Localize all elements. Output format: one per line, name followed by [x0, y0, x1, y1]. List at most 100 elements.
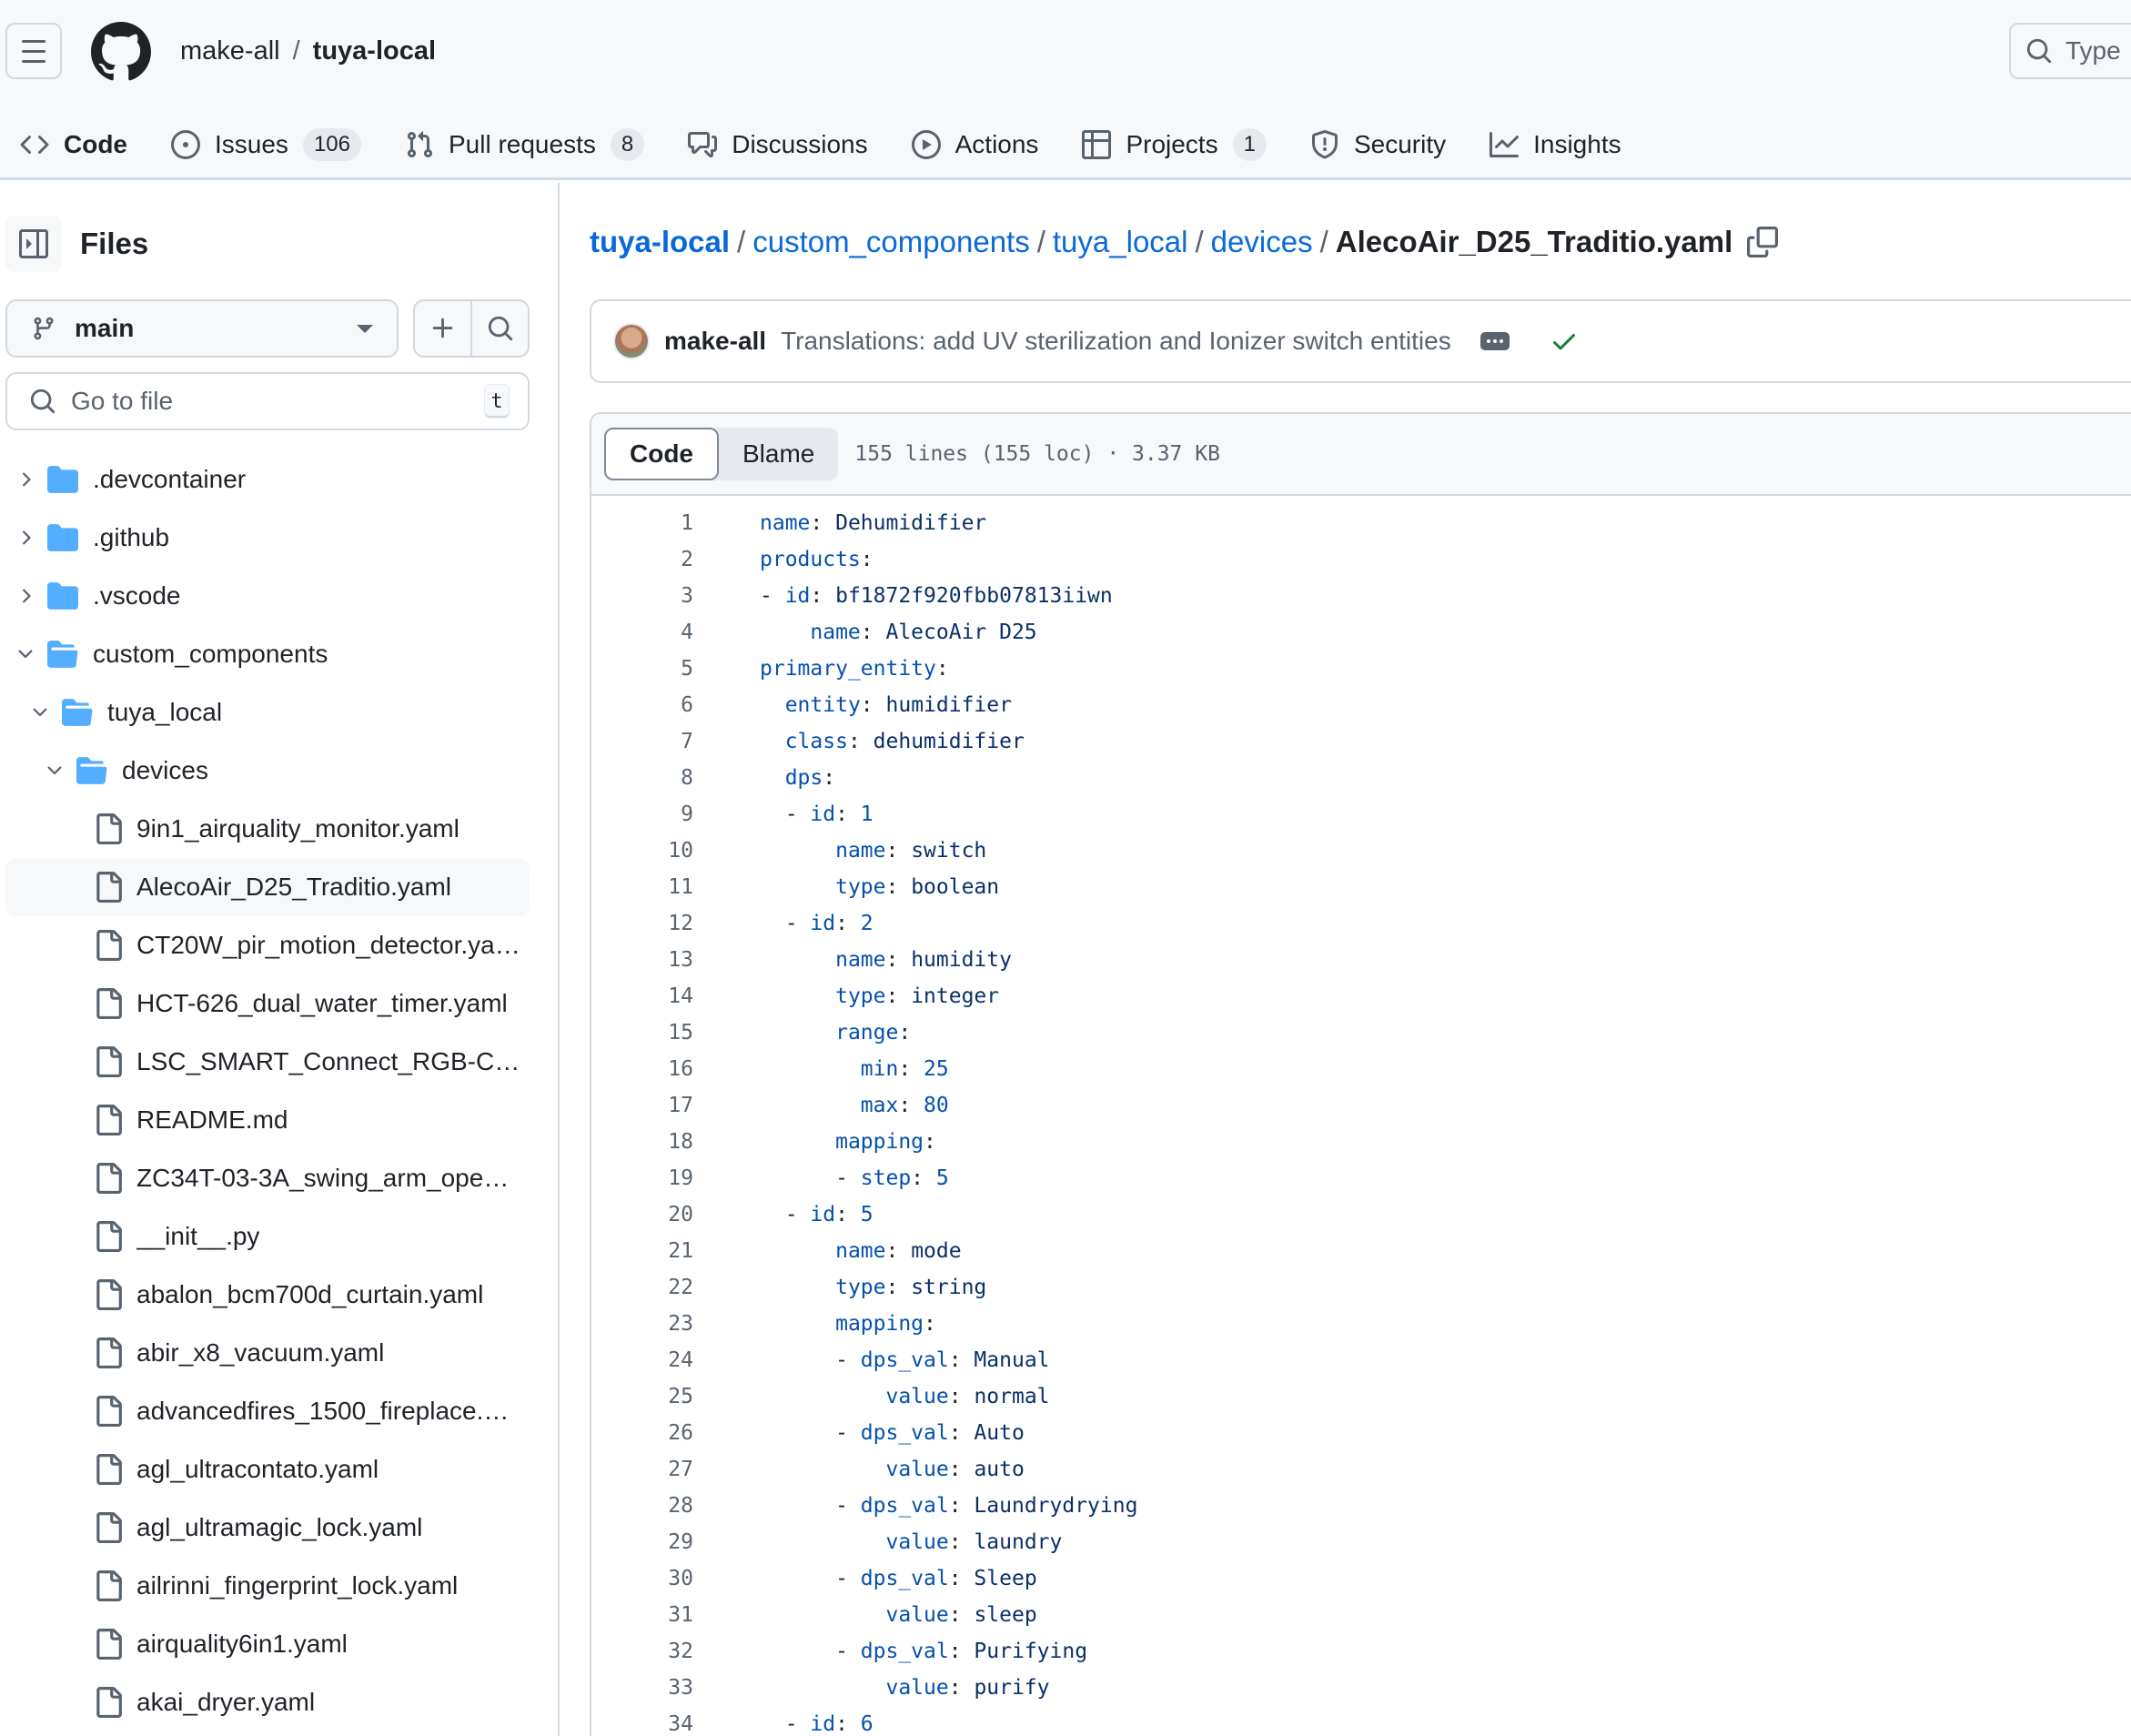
tree-file-item[interactable]: CT20W_pir_motion_detector.yaml	[5, 916, 530, 974]
line-number[interactable]: 2	[621, 548, 693, 571]
branch-selector[interactable]: main	[5, 299, 399, 358]
line-number[interactable]: 13	[621, 948, 693, 972]
tab-projects[interactable]: Projects 1	[1060, 116, 1288, 174]
tab-actions[interactable]: Actions	[890, 116, 1061, 174]
line-number[interactable]: 17	[621, 1094, 693, 1117]
chevron-down-icon[interactable]	[44, 760, 66, 782]
line-number[interactable]: 10	[621, 839, 693, 863]
repo-name-link[interactable]: tuya-local	[313, 33, 436, 69]
line-number[interactable]: 27	[621, 1458, 693, 1481]
yaml-value: bf1872f920fbb07813iiwn	[823, 584, 1113, 608]
tree-file-item[interactable]: abir_x8_vacuum.yaml	[5, 1324, 530, 1382]
tree-folder-item[interactable]: .github	[5, 509, 530, 567]
check-icon[interactable]	[1550, 327, 1579, 356]
line-number[interactable]: 29	[621, 1530, 693, 1554]
breadcrumb-link[interactable]: custom_components	[752, 222, 1030, 262]
line-number[interactable]: 12	[621, 912, 693, 935]
chevron-right-icon[interactable]	[15, 469, 36, 490]
breadcrumb-link[interactable]: tuya_local	[1053, 222, 1188, 262]
yaml-colon: :	[898, 1021, 912, 1045]
tree-file-item[interactable]: __init__.py	[5, 1207, 530, 1266]
folder-open-icon	[47, 641, 78, 668]
line-number[interactable]: 7	[621, 730, 693, 753]
breadcrumb-link[interactable]: tuya-local	[590, 222, 730, 262]
line-number[interactable]: 6	[621, 693, 693, 717]
tree-file-item[interactable]: agl_ultramagic_lock.yaml	[5, 1499, 530, 1557]
chevron-right-icon[interactable]	[15, 527, 36, 549]
tree-folder-item[interactable]: .devcontainer	[5, 450, 530, 509]
line-number[interactable]: 33	[621, 1676, 693, 1700]
add-file-button[interactable]	[415, 301, 470, 356]
line-number[interactable]: 31	[621, 1603, 693, 1627]
line-number[interactable]: 8	[621, 766, 693, 790]
tree-file-item[interactable]: agl_ultracontato.yaml	[5, 1440, 530, 1499]
line-number[interactable]: 28	[621, 1494, 693, 1518]
line-number[interactable]: 21	[621, 1239, 693, 1263]
tree-file-item[interactable]: HCT-626_dual_water_timer.yaml	[5, 974, 530, 1033]
line-number[interactable]: 25	[621, 1385, 693, 1408]
line-number[interactable]: 1	[621, 511, 693, 535]
expand-commit-button[interactable]	[1480, 332, 1510, 350]
commit-author-link[interactable]: make-all	[664, 327, 766, 356]
line-number[interactable]: 5	[621, 657, 693, 681]
tab-discussions[interactable]: Discussions	[666, 116, 889, 174]
line-number[interactable]: 34	[621, 1712, 693, 1736]
tree-folder-item[interactable]: devices	[5, 742, 530, 800]
chevron-down-icon[interactable]	[29, 701, 51, 723]
tree-file-item[interactable]: ZC34T-03-3A_swing_arm_opener.yaml	[5, 1149, 530, 1207]
tree-folder-item[interactable]: .vscode	[5, 567, 530, 625]
line-number[interactable]: 9	[621, 802, 693, 826]
tree-file-item[interactable]: airquality6in1.yaml	[5, 1615, 530, 1673]
tab-pull-requests[interactable]: Pull requests 8	[383, 116, 666, 174]
indent: -	[760, 802, 811, 826]
go-to-file-input[interactable]: Go to file t	[5, 372, 530, 430]
tree-file-item[interactable]: advancedfires_1500_fireplace.yaml	[5, 1382, 530, 1440]
avatar[interactable]	[613, 323, 650, 359]
tree-folder-item[interactable]: tuya_local	[5, 683, 530, 742]
tree-folder-item[interactable]: custom_components	[5, 625, 530, 683]
line-number[interactable]: 26	[621, 1421, 693, 1445]
repo-owner-link[interactable]: make-all	[180, 33, 280, 69]
copy-icon[interactable]	[1747, 227, 1779, 257]
github-logo-icon[interactable]	[91, 22, 151, 82]
tab-insights[interactable]: Insights	[1468, 116, 1643, 174]
tree-file-item[interactable]: ailrinni_fingerprint_lock.yaml	[5, 1557, 530, 1615]
search-input[interactable]: Type	[2009, 23, 2131, 79]
line-number[interactable]: 18	[621, 1130, 693, 1154]
line-number[interactable]: 16	[621, 1057, 693, 1081]
tree-file-item[interactable]: akai_dryer.yaml	[5, 1673, 530, 1731]
line-number[interactable]: 20	[621, 1203, 693, 1226]
yaml-colon: :	[835, 802, 848, 826]
tab-security[interactable]: Security	[1288, 116, 1468, 174]
line-number[interactable]: 15	[621, 1021, 693, 1045]
line-number[interactable]: 30	[621, 1567, 693, 1590]
tab-code[interactable]: Code	[0, 116, 149, 187]
commit-message-link[interactable]: Translations: add UV sterilization and I…	[781, 327, 1451, 356]
tree-file-item[interactable]: abalon_bcm700d_curtain.yaml	[5, 1266, 530, 1324]
yaml-key: dps_val	[860, 1567, 949, 1590]
chevron-down-icon[interactable]	[15, 643, 36, 665]
tree-file-item[interactable]: LSC_SMART_Connect_RGB-CCT.yaml	[5, 1033, 530, 1091]
line-number[interactable]: 4	[621, 621, 693, 644]
line-number[interactable]: 32	[621, 1640, 693, 1663]
tree-file-item[interactable]: README.md	[5, 1091, 530, 1149]
line-number[interactable]: 23	[621, 1312, 693, 1336]
breadcrumb-link[interactable]: devices	[1211, 222, 1313, 262]
line-number[interactable]: 14	[621, 984, 693, 1008]
yaml-colon: :	[885, 1239, 899, 1263]
chevron-right-icon[interactable]	[15, 585, 36, 607]
menu-button[interactable]	[5, 23, 62, 79]
line-number[interactable]: 11	[621, 875, 693, 899]
search-files-button[interactable]	[470, 301, 528, 356]
line-number[interactable]: 19	[621, 1166, 693, 1190]
tree-file-item[interactable]: AlecoAir_D25_Traditio.yaml	[5, 858, 530, 916]
line-number[interactable]: 22	[621, 1276, 693, 1299]
line-number[interactable]: 24	[621, 1348, 693, 1372]
collapse-sidebar-button[interactable]	[5, 216, 62, 272]
code-view-button[interactable]: Code	[604, 428, 719, 480]
tree-file-item[interactable]: 9in1_airquality_monitor.yaml	[5, 800, 530, 858]
tab-issues[interactable]: Issues 106	[149, 116, 383, 174]
blame-view-button[interactable]: Blame	[719, 428, 838, 480]
line-number[interactable]: 3	[621, 584, 693, 608]
